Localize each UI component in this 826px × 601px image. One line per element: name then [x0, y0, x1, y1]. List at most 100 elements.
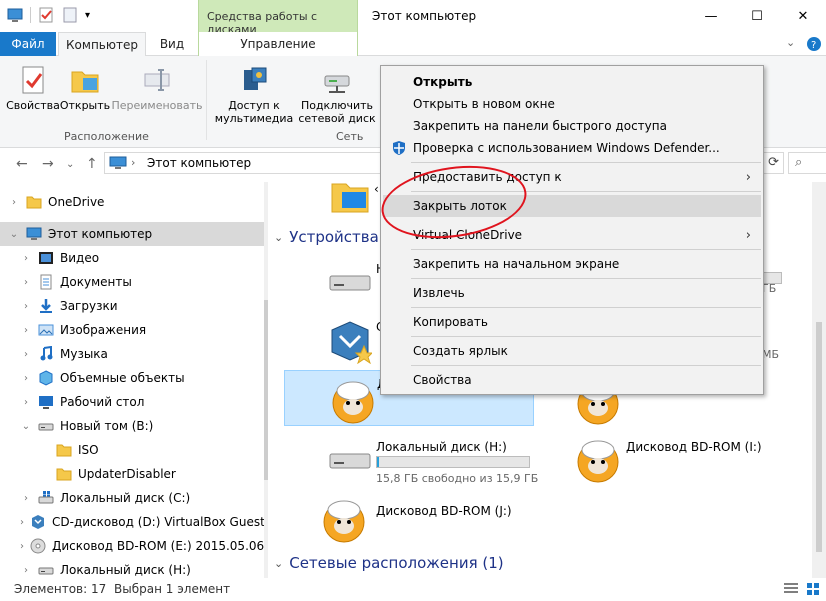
up-icon[interactable]: ↑: [86, 156, 98, 172]
menu-item-pin-start[interactable]: Закрепить на начальном экране: [383, 253, 761, 275]
drive-name: Дисковод BD-ROM (I:): [626, 440, 762, 454]
quick-access-toolbar: ▾: [6, 6, 90, 24]
nav-item-label: Рабочий стол: [60, 395, 145, 409]
nav-item[interactable]: › OneDrive: [0, 190, 264, 214]
close-button[interactable]: ✕: [780, 0, 826, 32]
expand-chevron-icon[interactable]: ›: [20, 325, 32, 336]
group-network-label: Сеть: [336, 130, 364, 143]
nav-item-label: Этот компьютер: [48, 227, 153, 241]
large-icons-view-icon[interactable]: [806, 582, 820, 596]
expand-chevron-icon[interactable]: ›: [8, 197, 20, 208]
nav-item[interactable]: ISO: [0, 438, 264, 462]
expand-chevron-icon[interactable]: ›: [20, 301, 32, 312]
expand-chevron-icon[interactable]: ›: [20, 397, 32, 408]
drive-item-h[interactable]: Локальный диск (H:) 15,8 ГБ свободно из …: [284, 434, 538, 490]
nav-item[interactable]: › Локальный диск (C:): [0, 486, 264, 510]
svg-text:?: ?: [811, 40, 816, 51]
nav-item-label: OneDrive: [48, 195, 105, 209]
drive-item-j[interactable]: Дисковод BD-ROM (J:): [284, 494, 534, 550]
forward-icon[interactable]: →: [42, 156, 54, 172]
menu-item-defender-scan[interactable]: Проверка с использованием Windows Defend…: [383, 137, 761, 159]
network-header-label: Сетевые расположения (1): [289, 554, 504, 572]
bd-rom-sheep-icon: [332, 381, 374, 424]
collapse-chevron-icon[interactable]: ⌄: [274, 557, 283, 570]
tab-file[interactable]: Файл: [0, 32, 56, 56]
menu-item-open-new-window[interactable]: Открыть в новом окне: [383, 93, 761, 115]
refresh-icon[interactable]: ⟳: [768, 155, 779, 170]
group-location-label: Расположение: [64, 130, 149, 143]
expand-chevron-icon[interactable]: ›: [20, 373, 32, 384]
nav-item[interactable]: › Дисковод BD-ROM (E:) 2015.05.06_21: [0, 534, 264, 558]
menu-item-properties[interactable]: Свойства: [383, 369, 761, 391]
drive-icon: [38, 567, 54, 575]
nav-item[interactable]: › Изображения: [0, 318, 264, 342]
rename-button[interactable]: Переименовать: [111, 64, 203, 112]
drive-size-partial: МБ: [762, 348, 780, 361]
back-icon[interactable]: ←: [16, 156, 28, 172]
expand-chevron-icon[interactable]: ›: [20, 277, 32, 288]
expand-chevron-icon[interactable]: ›: [20, 493, 32, 504]
drive-name: Локальный диск (H:): [376, 440, 507, 454]
maximize-button[interactable]: ☐: [734, 0, 780, 32]
menu-item-pin-quick-access[interactable]: Закрепить на панели быстрого доступа: [383, 115, 761, 137]
menu-separator: [411, 249, 761, 250]
nav-item[interactable]: › Музыка: [0, 342, 264, 366]
expand-chevron-icon[interactable]: ›: [20, 565, 32, 576]
bd-rom-sheep-icon: [323, 500, 365, 543]
downloads-icon: [40, 299, 52, 313]
expand-chevron-icon[interactable]: ⌄: [20, 421, 32, 432]
properties-icon[interactable]: [37, 6, 55, 24]
content-scrollbar[interactable]: [812, 182, 826, 578]
map-drive-button[interactable]: Подключить сетевой диск: [296, 64, 378, 125]
media-access-button[interactable]: Доступ к мультимедиа: [212, 64, 296, 125]
expand-chevron-icon[interactable]: ›: [20, 349, 32, 360]
menu-item-eject[interactable]: Извлечь: [383, 282, 761, 304]
menu-separator: [411, 307, 761, 308]
help-icon[interactable]: ?: [806, 36, 822, 52]
navpane-scrollbar[interactable]: [264, 182, 268, 578]
collapse-ribbon-icon[interactable]: ⌄: [786, 36, 795, 49]
nav-item[interactable]: › Загрузки: [0, 294, 264, 318]
minimize-button[interactable]: —: [688, 0, 734, 32]
tab-manage[interactable]: Управление: [198, 32, 358, 56]
desktop-icon: [39, 396, 53, 409]
search-input[interactable]: ⌕: [788, 152, 826, 174]
nav-item[interactable]: UpdaterDisabler: [0, 462, 264, 486]
nav-item[interactable]: › Документы: [0, 270, 264, 294]
nav-item[interactable]: ⌄ Новый том (B:): [0, 414, 264, 438]
network-section-header[interactable]: ⌄ Сетевые расположения (1): [274, 554, 504, 572]
drive-item-i[interactable]: Дисковод BD-ROM (I:): [534, 434, 784, 490]
devices-section-header[interactable]: ⌄ Устройства и: [274, 228, 393, 246]
properties-button[interactable]: Свойства: [6, 64, 60, 112]
recent-locations-icon[interactable]: ⌄: [66, 159, 74, 170]
nav-item[interactable]: › Видео: [0, 246, 264, 270]
nav-item-label: Дисковод BD-ROM (E:) 2015.05.06_21: [52, 539, 264, 553]
nav-item[interactable]: › Локальный диск (H:): [0, 558, 264, 578]
nav-item[interactable]: › Рабочий стол: [0, 390, 264, 414]
nav-item[interactable]: › CD-дисковод (D:) VirtualBox Guest A: [0, 510, 264, 534]
nav-item[interactable]: ⌄ Этот компьютер: [0, 222, 264, 246]
expand-chevron-icon[interactable]: ›: [20, 517, 24, 528]
submenu-arrow-icon: ›: [745, 169, 751, 185]
expand-chevron-icon[interactable]: ›: [20, 253, 32, 264]
breadcrumb[interactable]: Этот компьютер: [147, 156, 251, 170]
expand-chevron-icon[interactable]: ›: [20, 541, 24, 552]
menu-item-create-shortcut[interactable]: Создать ярлык: [383, 340, 761, 362]
new-folder-icon[interactable]: [61, 6, 79, 24]
nav-item[interactable]: › Объемные объекты: [0, 366, 264, 390]
customize-qat-icon[interactable]: ▾: [85, 10, 90, 21]
3d-objects-icon: [39, 370, 53, 386]
windows-defender-icon: [393, 141, 405, 155]
collapse-chevron-icon[interactable]: ⌄: [274, 231, 283, 244]
expand-chevron-icon[interactable]: ⌄: [8, 229, 20, 240]
tab-computer[interactable]: Компьютер: [58, 32, 146, 56]
tab-view[interactable]: Вид: [150, 32, 194, 56]
open-button[interactable]: Открыть: [60, 64, 110, 112]
breadcrumb-chevron-icon[interactable]: ›: [131, 156, 135, 169]
drive-usage-bar: [376, 456, 530, 468]
details-view-icon[interactable]: [784, 583, 798, 595]
menu-item-open[interactable]: Открыть: [383, 71, 761, 93]
menu-item-copy[interactable]: Копировать: [383, 311, 761, 333]
nav-item-label: Загрузки: [60, 299, 118, 313]
map-drive-label: Подключить сетевой диск: [298, 99, 376, 125]
